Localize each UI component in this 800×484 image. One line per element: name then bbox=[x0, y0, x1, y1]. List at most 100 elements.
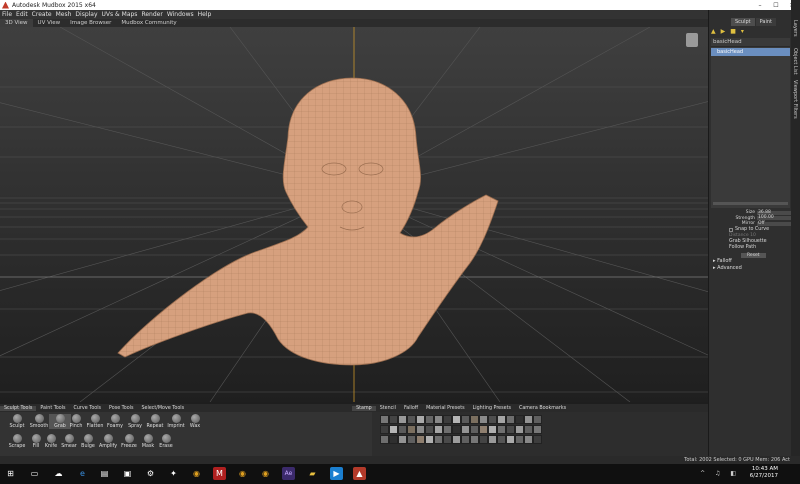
stamp-swatch[interactable] bbox=[416, 415, 425, 424]
stamp-swatch[interactable] bbox=[398, 425, 407, 434]
stamp-swatch[interactable] bbox=[425, 435, 434, 444]
stamp-swatch[interactable] bbox=[524, 415, 533, 424]
menu-help[interactable]: Help bbox=[198, 11, 212, 18]
stamp-swatch[interactable] bbox=[398, 415, 407, 424]
stamp-swatch[interactable] bbox=[461, 435, 470, 444]
stamp-swatch[interactable] bbox=[497, 425, 506, 434]
tab-falloff[interactable]: Falloff bbox=[400, 406, 422, 411]
stamp-swatch[interactable] bbox=[488, 425, 497, 434]
side-tab-viewport-filters[interactable]: Viewport Filters bbox=[792, 80, 798, 119]
stamp-swatch[interactable] bbox=[470, 415, 479, 424]
stamp-swatch[interactable] bbox=[497, 415, 506, 424]
chrome-profile-icon[interactable]: ◉ bbox=[236, 467, 249, 480]
tab-mudbox-community[interactable]: Mudbox Community bbox=[116, 19, 181, 27]
stamp-swatch[interactable] bbox=[425, 425, 434, 434]
menu-uvs-maps[interactable]: UVs & Maps bbox=[102, 11, 138, 18]
menu-edit[interactable]: Edit bbox=[16, 11, 28, 18]
stamp-swatch[interactable] bbox=[479, 425, 488, 434]
stamp-swatch[interactable] bbox=[461, 415, 470, 424]
menu-display[interactable]: Display bbox=[75, 11, 97, 18]
stamp-swatch[interactable] bbox=[416, 435, 425, 444]
stamp-swatch[interactable] bbox=[425, 415, 434, 424]
falloff-section[interactable]: ▸ Falloff bbox=[713, 258, 791, 265]
settings-icon[interactable]: ⚙ bbox=[144, 467, 157, 480]
tool-repeat[interactable]: Repeat bbox=[144, 414, 166, 429]
tool-erase[interactable]: Erase bbox=[155, 434, 177, 449]
game-icon[interactable]: ✦ bbox=[167, 467, 180, 480]
snap-checkbox[interactable] bbox=[729, 227, 733, 232]
stamp-swatch[interactable] bbox=[434, 425, 443, 434]
minimize-button[interactable]: – bbox=[752, 0, 768, 10]
stamp-swatch[interactable] bbox=[515, 425, 524, 434]
tab-curve-tools[interactable]: Curve Tools bbox=[70, 406, 106, 411]
stamp-swatch[interactable] bbox=[389, 425, 398, 434]
stamp-swatch[interactable] bbox=[416, 425, 425, 434]
side-tab-layers[interactable]: Layers bbox=[792, 20, 798, 37]
task-view-icon[interactable]: ▭ bbox=[28, 467, 41, 480]
tool-sculpt[interactable]: Sculpt bbox=[6, 414, 28, 429]
stamp-swatch[interactable] bbox=[524, 435, 533, 444]
tab-material-presets[interactable]: Material Presets bbox=[422, 406, 468, 411]
taskbar-clock[interactable]: 10:43 AM 6/27/2017 bbox=[750, 466, 778, 480]
stamp-swatch[interactable] bbox=[533, 435, 542, 444]
stamp-swatch[interactable] bbox=[443, 415, 452, 424]
stamp-swatch[interactable] bbox=[407, 435, 416, 444]
menu-create[interactable]: Create bbox=[32, 11, 52, 18]
stamp-swatch[interactable] bbox=[524, 425, 533, 434]
reset-button[interactable]: Reset bbox=[741, 252, 766, 258]
3d-viewport[interactable] bbox=[0, 27, 708, 402]
tool-foamy[interactable]: Foamy bbox=[104, 414, 126, 429]
file-explorer-icon[interactable]: ▤ bbox=[98, 467, 111, 480]
viewport-canvas[interactable] bbox=[0, 27, 708, 402]
stamp-swatch[interactable] bbox=[389, 415, 398, 424]
tab-pose-tools[interactable]: Pose Tools bbox=[105, 406, 137, 411]
after-effects-icon[interactable]: Ae bbox=[282, 467, 295, 480]
stamp-swatch[interactable] bbox=[452, 425, 461, 434]
stamp-swatch[interactable] bbox=[515, 415, 524, 424]
stamp-swatch[interactable] bbox=[506, 435, 515, 444]
tool-spray[interactable]: Spray bbox=[124, 414, 146, 429]
tab-uv-view[interactable]: UV View bbox=[33, 19, 66, 27]
tool-flatten[interactable]: Flatten bbox=[84, 414, 106, 429]
stamp-swatch[interactable] bbox=[479, 435, 488, 444]
stamp-swatch[interactable] bbox=[488, 415, 497, 424]
head-mesh[interactable] bbox=[117, 77, 499, 366]
stamp-swatch[interactable] bbox=[515, 435, 524, 444]
new-layer-icon[interactable]: ▲ bbox=[711, 28, 716, 35]
layer-scrollbar[interactable] bbox=[713, 202, 788, 205]
stamp-swatch[interactable] bbox=[506, 425, 515, 434]
layer-menu-icon[interactable]: ▾ bbox=[741, 28, 744, 35]
stamp-swatch[interactable] bbox=[443, 425, 452, 434]
stamp-swatch[interactable] bbox=[488, 435, 497, 444]
menu-file[interactable]: File bbox=[2, 11, 12, 18]
chrome-app-icon[interactable]: ◉ bbox=[259, 467, 272, 480]
tab-stencil[interactable]: Stencil bbox=[376, 406, 400, 411]
stamp-swatch[interactable] bbox=[470, 425, 479, 434]
chrome-icon[interactable]: ◉ bbox=[190, 467, 203, 480]
system-tray[interactable]: ^ ♫ ◧ bbox=[700, 470, 740, 477]
mudbox-taskbar-icon[interactable]: ▲ bbox=[353, 467, 366, 480]
layer-options-icon[interactable]: ■ bbox=[730, 28, 736, 35]
tool-wax[interactable]: Wax bbox=[184, 414, 206, 429]
stamp-swatch[interactable] bbox=[470, 435, 479, 444]
maximize-button[interactable]: ☐ bbox=[768, 0, 784, 10]
edge-browser-icon[interactable]: e bbox=[76, 467, 89, 480]
size-field[interactable]: 36.88 bbox=[757, 210, 791, 215]
tab-paint-layers[interactable]: Paint bbox=[755, 18, 776, 26]
media-app-icon[interactable]: ▶ bbox=[330, 467, 343, 480]
menu-windows[interactable]: Windows bbox=[167, 11, 194, 18]
stamp-swatch[interactable] bbox=[407, 415, 416, 424]
stamp-swatch[interactable] bbox=[380, 425, 389, 434]
stamp-swatch[interactable] bbox=[389, 435, 398, 444]
onedrive-icon[interactable]: ☁ bbox=[52, 467, 65, 480]
stamp-swatch[interactable] bbox=[407, 425, 416, 434]
distance-field[interactable]: 10 bbox=[750, 233, 756, 238]
stamp-swatch[interactable] bbox=[452, 435, 461, 444]
stamp-swatch[interactable] bbox=[479, 415, 488, 424]
folder-icon[interactable]: ▰ bbox=[306, 467, 319, 480]
windows-start-icon[interactable]: ⊞ bbox=[4, 467, 17, 480]
tab-paint-tools[interactable]: Paint Tools bbox=[36, 406, 69, 411]
tab-lighting-presets[interactable]: Lighting Presets bbox=[469, 406, 515, 411]
view-cube-icon[interactable] bbox=[686, 33, 698, 47]
store-icon[interactable]: ▣ bbox=[121, 467, 134, 480]
